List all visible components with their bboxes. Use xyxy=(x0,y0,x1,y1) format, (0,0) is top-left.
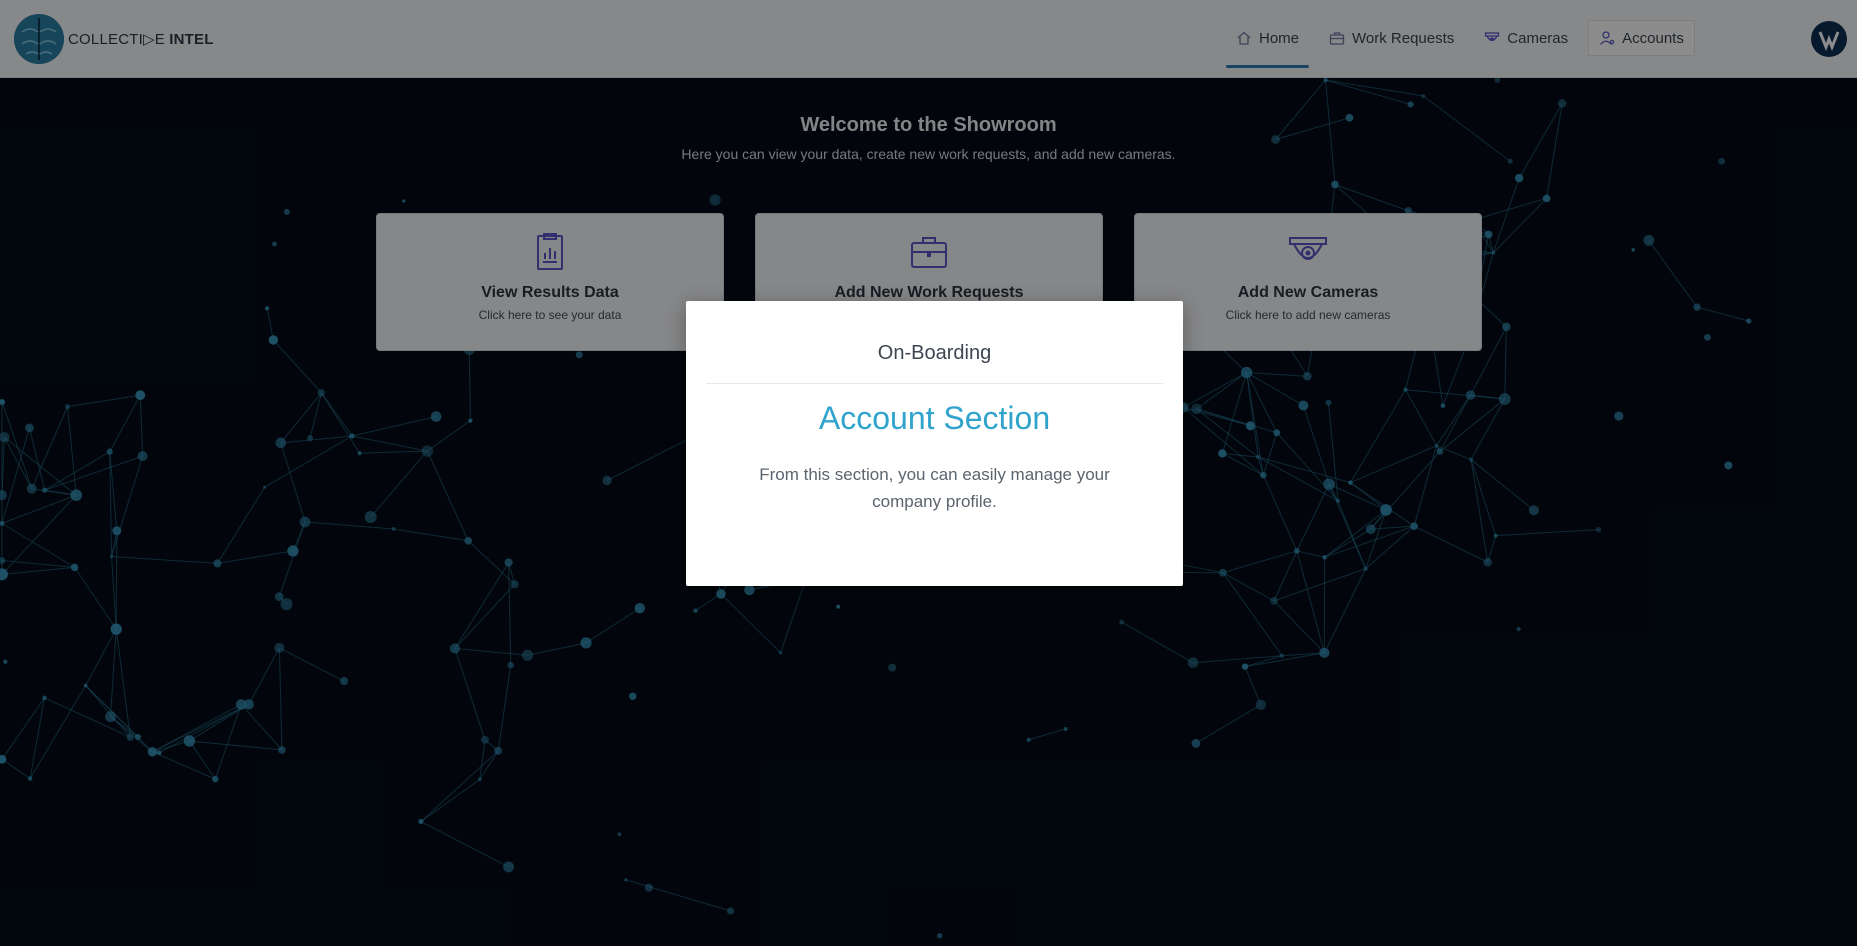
modal-title: On-Boarding xyxy=(877,342,992,364)
modal-heading: Account Section xyxy=(818,400,1051,436)
modal-body-text: From this section, you can easily manage… xyxy=(759,465,1110,511)
modal-divider xyxy=(706,383,1163,384)
onboarding-modal: On-Boarding Account Section From this se… xyxy=(686,301,1183,586)
